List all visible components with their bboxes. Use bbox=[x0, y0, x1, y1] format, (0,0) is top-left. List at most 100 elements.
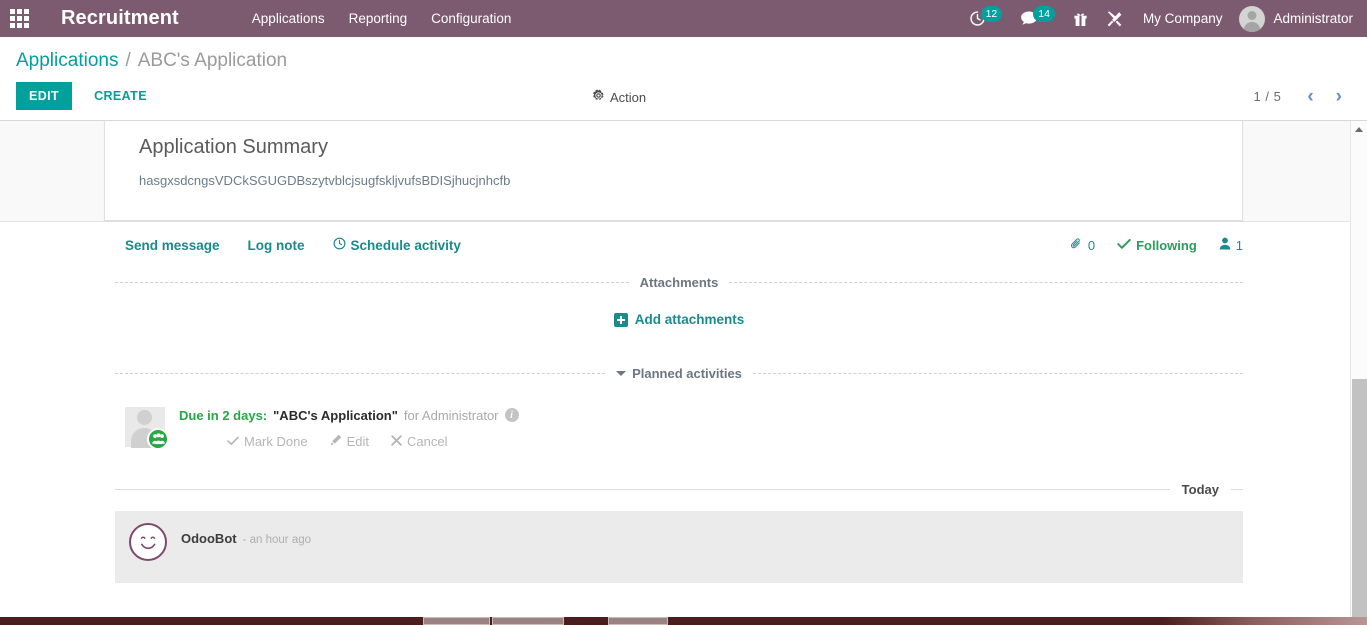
control-panel-buttons: EDIT CREATE Action 1 / 5 ‹ › bbox=[0, 74, 1367, 120]
meeting-group-icon bbox=[147, 428, 169, 450]
edit-activity-label: Edit bbox=[347, 434, 369, 449]
create-button[interactable]: CREATE bbox=[82, 82, 159, 110]
breadcrumb-separator: / bbox=[125, 50, 130, 72]
divider-line-right bbox=[753, 373, 1243, 374]
record-pager: 1 / 5 ‹ › bbox=[1254, 87, 1351, 106]
form-sheet: Application Summary hasgxsdcngsVDCkSGUGD… bbox=[104, 121, 1243, 221]
activity-subject: "ABC's Application" bbox=[273, 408, 398, 423]
planned-activities-label: Planned activities bbox=[632, 366, 742, 381]
form-sheet-background: Application Summary hasgxsdcngsVDCkSGUGD… bbox=[0, 121, 1367, 222]
vertical-scrollbar[interactable] bbox=[1350, 121, 1367, 624]
menu-item-reporting[interactable]: Reporting bbox=[337, 2, 420, 35]
info-icon[interactable]: i bbox=[505, 408, 519, 422]
company-switcher[interactable]: My Company bbox=[1132, 11, 1234, 26]
send-message-button[interactable]: Send message bbox=[125, 238, 220, 253]
add-attachments-button[interactable]: Add attachments bbox=[614, 312, 745, 327]
breadcrumb-current-record: ABC's Application bbox=[138, 50, 287, 72]
attachment-count-button[interactable]: 0 bbox=[1070, 237, 1095, 253]
attachments-divider-label: Attachments bbox=[640, 275, 719, 290]
day-separator: Today bbox=[115, 482, 1243, 497]
attachments-divider: Attachments bbox=[115, 275, 1243, 290]
activity-item: Due in 2 days: "ABC's Application" for A… bbox=[115, 381, 1243, 449]
taskbar-button[interactable] bbox=[608, 617, 668, 625]
avatar bbox=[1239, 6, 1265, 32]
add-attachments-label: Add attachments bbox=[635, 312, 745, 327]
check-icon bbox=[227, 434, 239, 449]
edit-button[interactable]: EDIT bbox=[16, 82, 72, 110]
divider-line-right bbox=[729, 282, 1243, 283]
following-label: Following bbox=[1136, 238, 1197, 253]
attachment-count: 0 bbox=[1088, 238, 1095, 253]
message-header: OdooBot - an hour ago bbox=[181, 523, 311, 546]
cancel-activity-button[interactable]: Cancel bbox=[391, 434, 447, 449]
form-content-area: Application Summary hasgxsdcngsVDCkSGUGD… bbox=[0, 121, 1367, 624]
schedule-activity-button[interactable]: Schedule activity bbox=[333, 237, 461, 253]
menu-item-applications[interactable]: Applications bbox=[240, 2, 337, 35]
followers-count: 1 bbox=[1236, 238, 1243, 253]
avatar bbox=[125, 407, 165, 447]
log-note-label: Log note bbox=[248, 238, 305, 253]
user-menu[interactable]: Administrator bbox=[1233, 6, 1355, 32]
gear-icon bbox=[592, 89, 605, 105]
main-menu: Applications Reporting Configuration bbox=[240, 2, 524, 35]
message-timestamp: - an hour ago bbox=[243, 534, 311, 546]
scrollbar-thumb[interactable] bbox=[1352, 379, 1367, 624]
activity-headline: Due in 2 days: "ABC's Application" for A… bbox=[179, 408, 1243, 423]
chatter-stats: 0 Following bbox=[1070, 237, 1243, 253]
paperclip-icon bbox=[1070, 237, 1083, 253]
activity-clock-icon[interactable]: 12 bbox=[960, 0, 1012, 37]
caret-down-icon bbox=[616, 371, 626, 376]
followers-count-button[interactable]: 1 bbox=[1219, 237, 1243, 253]
activity-assignee: for Administrator bbox=[404, 408, 499, 423]
action-menu-label: Action bbox=[610, 90, 646, 105]
cancel-activity-label: Cancel bbox=[407, 434, 447, 449]
mark-done-button[interactable]: Mark Done bbox=[227, 434, 308, 449]
taskbar-system-tray bbox=[1162, 617, 1367, 625]
x-icon bbox=[391, 434, 402, 449]
breadcrumb-link-applications[interactable]: Applications bbox=[16, 50, 118, 72]
message-author[interactable]: OdooBot bbox=[181, 531, 237, 546]
messaging-count-badge: 14 bbox=[1033, 6, 1055, 23]
page-title: Application Summary bbox=[139, 135, 1208, 159]
following-button[interactable]: Following bbox=[1117, 238, 1197, 253]
pager-counter: 1 / 5 bbox=[1254, 89, 1295, 104]
app-brand-title[interactable]: Recruitment bbox=[61, 7, 179, 30]
top-navbar: Recruitment Applications Reporting Confi… bbox=[0, 0, 1367, 37]
application-summary-text: hasgxsdcngsVDCkSGUGDBszytvblcjsugfskljvu… bbox=[139, 173, 1208, 190]
taskbar-button[interactable] bbox=[423, 617, 490, 625]
attachments-dropzone[interactable]: Add attachments bbox=[115, 290, 1243, 358]
chevron-left-icon[interactable]: ‹ bbox=[1298, 87, 1322, 106]
chatter: Send message Log note Schedule activity bbox=[0, 222, 1367, 583]
message-item: OdooBot - an hour ago bbox=[115, 511, 1243, 583]
control-panel: Applications / ABC's Application EDIT CR… bbox=[0, 37, 1367, 121]
schedule-activity-label: Schedule activity bbox=[351, 238, 461, 253]
taskbar-button[interactable] bbox=[492, 617, 564, 625]
planned-activities-toggle[interactable]: Planned activities bbox=[616, 366, 742, 381]
mark-done-label: Mark Done bbox=[244, 434, 308, 449]
send-message-label: Send message bbox=[125, 238, 220, 253]
navbar-right-tools: 12 14 My Company bbox=[960, 0, 1367, 37]
chevron-right-icon[interactable]: › bbox=[1327, 87, 1351, 106]
menu-item-configuration[interactable]: Configuration bbox=[419, 2, 523, 35]
scroll-up-arrow-icon[interactable] bbox=[1351, 121, 1367, 138]
action-menu-button[interactable]: Action bbox=[586, 88, 652, 106]
messaging-chat-icon[interactable]: 14 bbox=[1011, 0, 1064, 37]
log-note-button[interactable]: Log note bbox=[248, 238, 305, 253]
edit-activity-button[interactable]: Edit bbox=[330, 434, 369, 449]
planned-activities-divider: Planned activities bbox=[115, 366, 1243, 381]
activity-due-date: Due in 2 days: bbox=[179, 408, 267, 423]
divider-line-left bbox=[115, 373, 605, 374]
activity-actions: Mark Done Edit bbox=[179, 434, 1243, 449]
clock-icon bbox=[333, 237, 346, 253]
os-taskbar bbox=[0, 617, 1367, 625]
check-icon bbox=[1117, 238, 1131, 253]
pencil-icon bbox=[330, 434, 342, 449]
gift-icon[interactable] bbox=[1064, 0, 1097, 37]
separator-line-right bbox=[1231, 489, 1243, 490]
tools-wrench-icon[interactable] bbox=[1097, 0, 1132, 37]
activity-count-badge: 12 bbox=[981, 6, 1003, 23]
plus-square-icon bbox=[614, 313, 628, 327]
odoobot-smiley-icon bbox=[129, 523, 167, 561]
apps-grid-icon[interactable] bbox=[0, 0, 38, 37]
divider-line-left bbox=[115, 282, 629, 283]
